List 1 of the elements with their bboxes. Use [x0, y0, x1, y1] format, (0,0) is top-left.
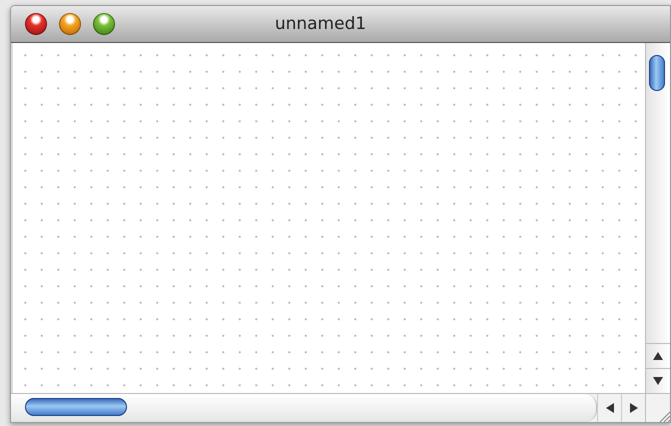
- window-title: unnamed1: [274, 14, 366, 34]
